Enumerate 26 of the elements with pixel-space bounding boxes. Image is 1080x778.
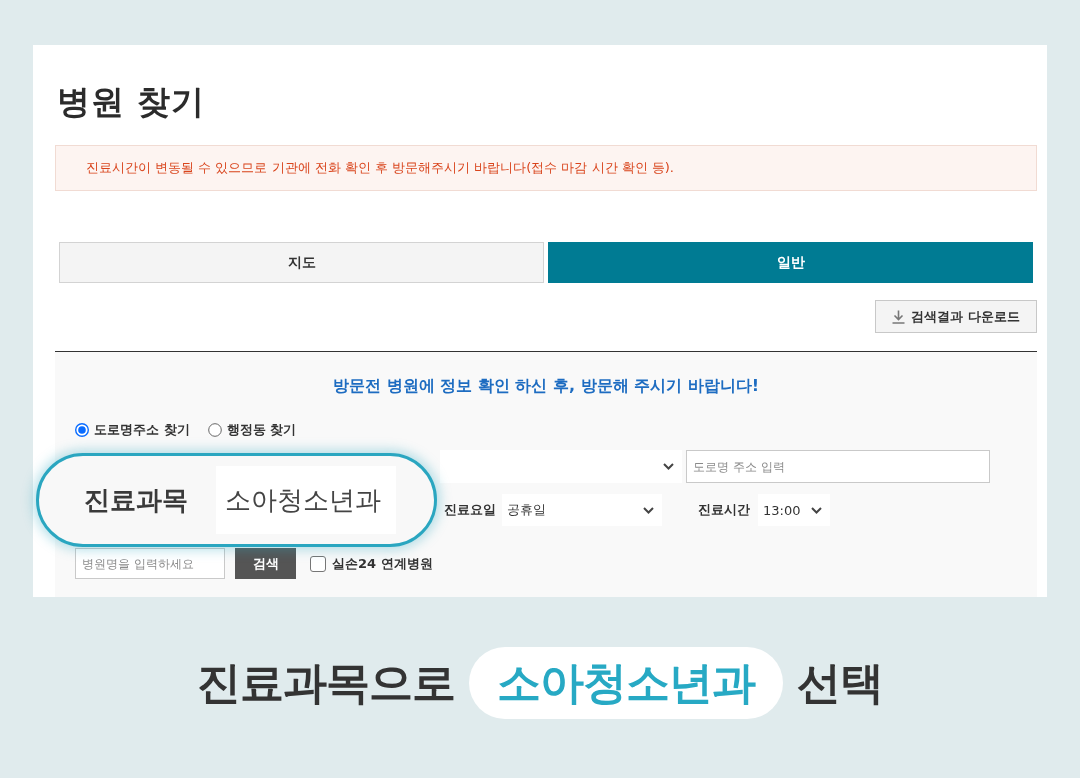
radio-option[interactable]: 행정동 찾기: [207, 421, 297, 439]
highlight-pill: 소아청소년과: [469, 647, 783, 719]
download-icon: [892, 309, 906, 324]
field-label: 진료시간: [698, 501, 751, 519]
caption-text: 선택: [797, 655, 883, 710]
search-heading: 방문전 병원에 정보 확인 하신 후, 방문해 주시기 바랍니다!: [332, 375, 760, 397]
time-dropdown[interactable]: 13:00: [758, 494, 830, 526]
download-button[interactable]: 검색결과 다운로드: [875, 300, 1037, 333]
caption-text: 진료과목으로: [197, 655, 455, 710]
road-address-input[interactable]: 도로명 주소 입력: [686, 450, 990, 483]
notice-message: 진료시간이 변동될 수 있으므로 기관에 전화 확인 후 방문해주시기 바랍니다(접수 마감 시간 확인 등).: [55, 145, 1037, 191]
chevron-down-icon: [643, 506, 654, 514]
view-tab[interactable]: 지도: [59, 242, 544, 283]
magnified-label: 진료과목: [84, 483, 189, 517]
checkbox-option[interactable]: 실손24 연계병원: [310, 554, 433, 573]
field-label: 진료요일: [444, 501, 497, 519]
view-tab[interactable]: 일반: [548, 242, 1033, 283]
hospital-name-input[interactable]: 병원명을 입력하세요: [75, 548, 225, 579]
radio-option[interactable]: 도로명주소 찾기: [75, 421, 190, 439]
region-dropdown[interactable]: [440, 450, 682, 483]
page-title: 병원 찾기: [57, 83, 206, 121]
magnified-dropdown-value: 소아청소년과: [216, 466, 396, 534]
chevron-down-icon: [811, 506, 822, 514]
day-dropdown[interactable]: 공휴일: [502, 494, 662, 526]
search-button[interactable]: 검색: [235, 548, 296, 579]
chevron-down-icon: [663, 463, 674, 470]
